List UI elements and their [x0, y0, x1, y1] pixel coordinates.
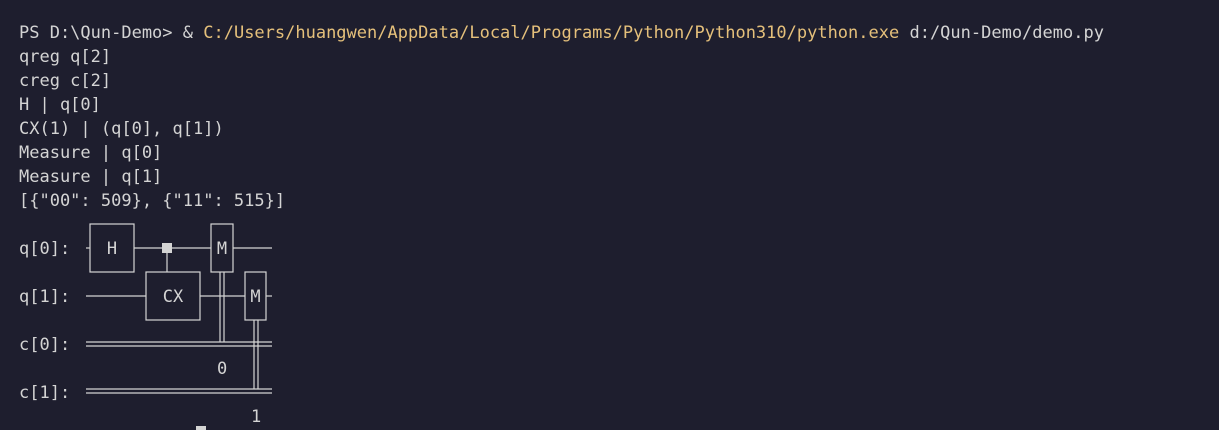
- wire-label-q0: q[0]:: [19, 239, 71, 259]
- cx-control-dot: [162, 243, 172, 253]
- wire-label-q1: q[1]:: [19, 287, 71, 307]
- circuit-diagram: q[0]: q[1]: c[0]: c[1]: H CX M M 0 1: [0, 0, 1219, 430]
- terminal-window[interactable]: PS D:\Qun-Demo> & C:/Users/huangwen/AppD…: [0, 0, 1219, 430]
- cbit-target-0: 0: [217, 359, 228, 379]
- wire-label-c1: c[1]:: [19, 383, 71, 403]
- measure-q0-label: M: [216, 239, 228, 259]
- measure-q1-label: M: [250, 287, 261, 307]
- cbit-target-1: 1: [251, 407, 262, 427]
- cx-gate-label: CX: [162, 287, 184, 307]
- text-cursor: [196, 426, 206, 430]
- h-gate-label: H: [106, 239, 118, 259]
- wire-label-c0: c[0]:: [19, 335, 71, 355]
- circuit-drawing: [86, 223, 272, 394]
